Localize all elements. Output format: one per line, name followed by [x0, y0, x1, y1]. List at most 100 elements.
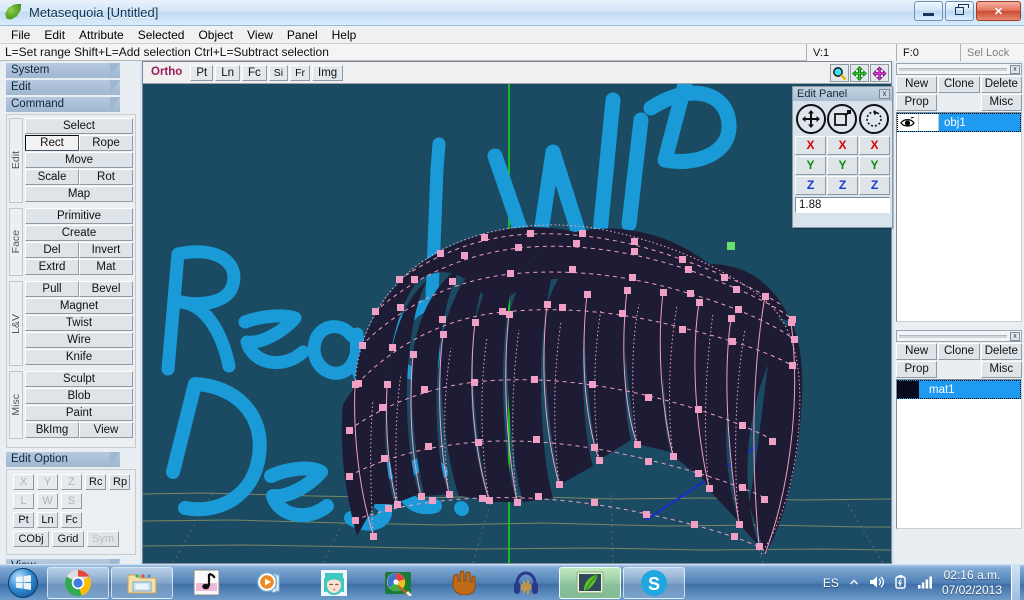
viewport-tab-ln[interactable]: Ln [215, 64, 240, 81]
material-list[interactable]: mat1 [896, 379, 1022, 529]
start-button[interactable] [1, 566, 45, 600]
sidebar-panel-system[interactable]: System [6, 63, 120, 78]
eo-z[interactable]: Z [61, 474, 82, 490]
scale-y-button[interactable]: Y [827, 156, 858, 175]
viewport-tab-fc[interactable]: Fc [241, 64, 267, 81]
cmd-bevel[interactable]: Bevel [79, 281, 133, 297]
sidebar-panel-edit-option[interactable]: Edit Option [6, 452, 120, 467]
cmd-create[interactable]: Create [25, 225, 133, 241]
object-color-cell[interactable] [919, 114, 939, 131]
material-panel-scrollbar[interactable]: x [896, 330, 1022, 342]
cmd-magnet[interactable]: Magnet [25, 298, 133, 314]
material-new-button[interactable]: New [896, 343, 938, 360]
eo-w[interactable]: W [37, 493, 58, 509]
language-indicator[interactable]: ES [823, 576, 839, 590]
eo-l[interactable]: L [13, 493, 34, 509]
cmd-move[interactable]: Move [25, 152, 133, 168]
power-icon[interactable] [894, 574, 908, 592]
eo-x[interactable]: X [13, 474, 34, 490]
viewport-mode-ortho[interactable]: Ortho [147, 65, 188, 81]
taskbar-miku-icon[interactable] [303, 567, 365, 599]
taskbar-chrome-icon[interactable] [47, 566, 109, 599]
move-x-button[interactable]: X [795, 136, 826, 155]
object-panel-scrollbar[interactable]: x [896, 63, 1022, 75]
eo-grid[interactable]: Grid [52, 531, 84, 547]
taskbar-clock[interactable]: 02:16 a.m. 07/02/2013 [942, 568, 1002, 598]
move-z-button[interactable]: Z [795, 176, 826, 195]
cmd-knife[interactable]: Knife [25, 349, 133, 365]
eo-ln[interactable]: Ln [37, 512, 58, 528]
object-panel-close-icon[interactable]: x [1010, 65, 1020, 74]
cmd-twist[interactable]: Twist [25, 315, 133, 331]
sidebar-panel-edit[interactable]: Edit [6, 80, 120, 95]
menu-selected[interactable]: Selected [131, 27, 192, 43]
edit-panel-value-field[interactable]: 1.88 [795, 197, 890, 213]
material-list-row[interactable]: mat1 [897, 380, 1021, 399]
cmd-invert[interactable]: Invert [79, 242, 133, 258]
material-color-swatch[interactable] [897, 381, 919, 398]
cmd-wire[interactable]: Wire [25, 332, 133, 348]
material-misc-button[interactable]: Misc [980, 361, 1022, 378]
cmd-paint[interactable]: Paint [25, 405, 133, 421]
menu-object[interactable]: Object [191, 27, 240, 43]
close-button[interactable]: ✕ [976, 1, 1021, 21]
cmd-del[interactable]: Del [25, 242, 79, 258]
menu-file[interactable]: File [4, 27, 37, 43]
object-prop-button[interactable]: Prop [896, 94, 938, 111]
eo-rp[interactable]: Rp [109, 474, 130, 490]
cmd-primitive[interactable]: Primitive [25, 208, 133, 224]
menu-edit[interactable]: Edit [37, 27, 72, 43]
material-panel-close-icon[interactable]: x [1010, 332, 1020, 341]
rotate-x-button[interactable]: X [859, 136, 890, 155]
edit-panel-close-icon[interactable]: x [879, 89, 890, 99]
taskbar-media-player-icon[interactable] [239, 567, 301, 599]
sel-lock-field[interactable]: Sel Lock [960, 44, 1024, 61]
cmd-view[interactable]: View [79, 422, 133, 438]
taskbar-paint-icon[interactable] [367, 567, 429, 599]
taskbar-skype-icon[interactable]: S [623, 566, 685, 599]
viewport-3d-canvas[interactable] [143, 84, 891, 563]
rotate-tool-icon[interactable] [859, 104, 890, 134]
cmd-blob[interactable]: Blob [25, 388, 133, 404]
show-desktop-button[interactable] [1011, 565, 1020, 600]
eo-fc[interactable]: Fc [61, 512, 82, 528]
cmd-rot[interactable]: Rot [79, 169, 133, 185]
pan-move-icon[interactable] [850, 64, 869, 82]
menu-attribute[interactable]: Attribute [72, 27, 131, 43]
material-clone-button[interactable]: Clone [938, 343, 980, 360]
cmd-pull[interactable]: Pull [25, 281, 79, 297]
scale-z-button[interactable]: Z [827, 176, 858, 195]
material-delete-button[interactable]: Delete [980, 343, 1022, 360]
taskbar-audacity-icon[interactable] [495, 567, 557, 599]
volume-icon[interactable] [869, 575, 885, 592]
cmd-rope[interactable]: Rope [79, 135, 133, 151]
network-icon[interactable] [917, 575, 933, 592]
show-hidden-icons[interactable] [848, 576, 860, 591]
taskbar-music-player-icon[interactable] [175, 567, 237, 599]
cmd-select[interactable]: Select [25, 118, 133, 134]
rotate-icon[interactable] [870, 64, 889, 82]
object-misc-button[interactable]: Misc [980, 94, 1022, 111]
maximize-button[interactable] [945, 1, 974, 21]
zoom-magnifier-icon[interactable] [830, 64, 849, 82]
move-y-button[interactable]: Y [795, 156, 826, 175]
cmd-rect[interactable]: Rect [25, 135, 79, 151]
scale-x-button[interactable]: X [827, 136, 858, 155]
cmd-mat[interactable]: Mat [79, 259, 133, 275]
rotate-y-button[interactable]: Y [859, 156, 890, 175]
eo-y[interactable]: Y [37, 474, 58, 490]
viewport-tab-si[interactable]: Si [268, 64, 289, 81]
eo-pt[interactable]: Pt [13, 512, 34, 528]
taskbar-glove-icon[interactable] [431, 567, 493, 599]
eo-cobj[interactable]: CObj [13, 531, 49, 547]
sidebar-panel-command[interactable]: Command [6, 97, 120, 112]
object-list[interactable]: obj1 [896, 112, 1022, 322]
eo-rc[interactable]: Rc [85, 474, 106, 490]
viewport-tab-pt[interactable]: Pt [190, 64, 214, 81]
eye-icon[interactable] [897, 114, 919, 131]
minimize-button[interactable] [914, 1, 943, 21]
material-prop-button[interactable]: Prop [896, 361, 938, 378]
menu-panel[interactable]: Panel [280, 27, 325, 43]
object-delete-button[interactable]: Delete [980, 76, 1022, 93]
menu-view[interactable]: View [240, 27, 280, 43]
